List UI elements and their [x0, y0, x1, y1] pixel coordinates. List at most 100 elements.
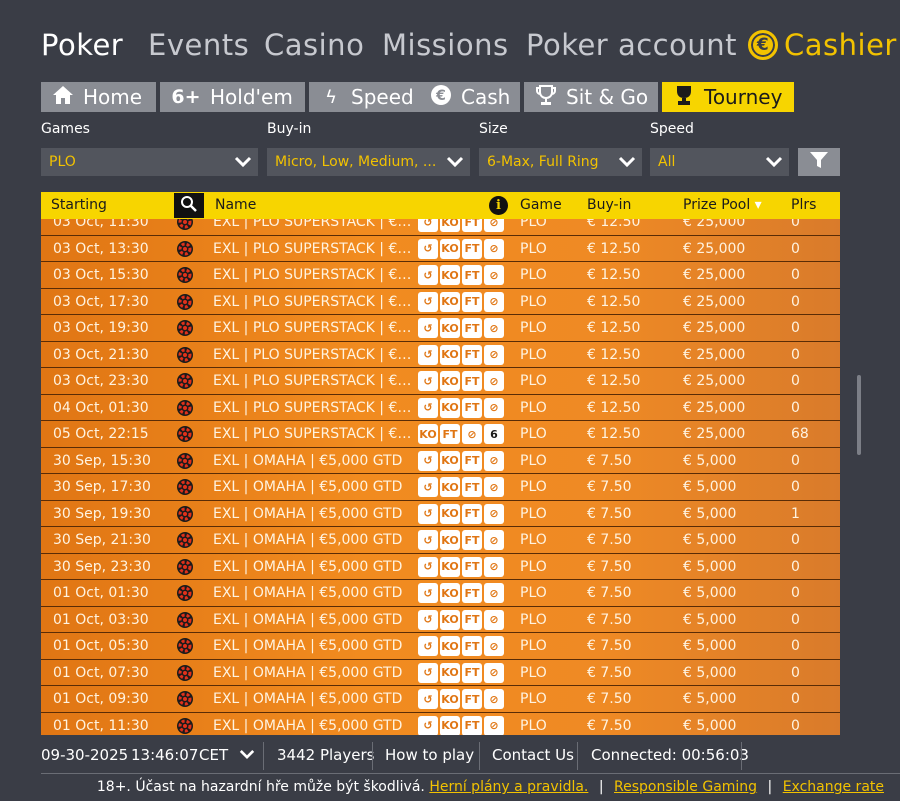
table-row[interactable]: 04 Oct, 01:30 EXL | PLO SUPERSTACK | €25,… [41, 394, 840, 421]
tourney-badge: FT [462, 318, 482, 338]
table-row[interactable]: 01 Oct, 09:30 EXL | OMAHA | €5,000 GTD ↺ KO… [41, 686, 840, 713]
tab-tourney[interactable]: Tourney [662, 82, 794, 112]
tourney-badge: ↺ [418, 318, 438, 338]
table-row[interactable]: 03 Oct, 13:30 EXL | PLO SUPERSTACK | €25,… [41, 235, 840, 262]
table-row[interactable]: 01 Oct, 01:30 EXL | OMAHA | €5,000 GTD ↺ KO… [41, 580, 840, 607]
row-players: 0 [791, 664, 800, 681]
tab-home-label: Home [83, 85, 143, 109]
row-players: 0 [791, 717, 800, 734]
tourney-badge: FT [462, 477, 482, 497]
col-game[interactable]: Game [520, 197, 562, 213]
tourney-badge: KO [440, 318, 460, 338]
scrollbar[interactable] [857, 375, 861, 455]
info-icon[interactable]: i [489, 196, 508, 215]
tourney-badge: ↺ [418, 397, 438, 418]
poker-chip-icon [174, 689, 196, 709]
tourney-badge: FT [462, 636, 482, 656]
nav-poker[interactable]: Poker [41, 28, 123, 62]
col-buyin[interactable]: Buy-in [587, 197, 631, 213]
col-prize-pool[interactable]: Prize Pool ▾ [683, 197, 762, 213]
timezone-select[interactable]: CET [199, 746, 255, 764]
row-players: 0 [791, 399, 800, 416]
row-start-time: 03 Oct, 17:30 [53, 293, 149, 310]
row-badges: ↺ KO FT ⊘ [418, 715, 504, 735]
row-players: 0 [791, 240, 800, 257]
search-button[interactable] [174, 193, 204, 218]
speed-filter-label: Speed [650, 121, 694, 137]
svg-text:€: € [435, 88, 446, 104]
size-select[interactable]: 6-Max, Full Ring [479, 148, 642, 176]
tab-cash[interactable]: € Cash [419, 82, 520, 112]
buyin-select[interactable]: Micro, Low, Medium, ... [267, 148, 470, 176]
row-badges: ↺ KO FT ⊘ [418, 291, 504, 312]
tab-holdem[interactable]: 6+ Hold'em [160, 82, 305, 112]
tourney-badge: KO [440, 636, 460, 656]
poker-chip-icon [174, 716, 196, 736]
table-row[interactable]: 30 Sep, 15:30 EXL | OMAHA | €5,000 GTD ↺ KO… [41, 447, 840, 474]
how-to-play-link[interactable]: How to play [385, 746, 474, 764]
table-row[interactable]: 01 Oct, 07:30 EXL | OMAHA | €5,000 GTD ↺ KO… [41, 659, 840, 686]
tab-sit-and-go[interactable]: Sit & Go [524, 82, 658, 112]
nav-casino[interactable]: Casino [264, 28, 364, 62]
col-name[interactable]: Name [215, 197, 256, 213]
col-players[interactable]: Plrs [791, 197, 816, 213]
tourney-badge: ⊘ [484, 556, 504, 577]
tournament-list[interactable]: 03 Oct, 11:30 EXL | PLO SUPERSTACK | €25,… [41, 219, 840, 735]
table-row[interactable]: 30 Sep, 17:30 EXL | OMAHA | €5,000 GTD ↺ KO… [41, 474, 840, 501]
row-buyin: € 7.50 [587, 638, 632, 654]
exchange-rate-link[interactable]: Exchange rate [783, 779, 884, 795]
tab-speed-label: Speed [351, 85, 414, 109]
timezone-value: CET [199, 746, 229, 764]
row-players: 0 [791, 346, 800, 363]
table-row[interactable]: 01 Oct, 11:30 EXL | OMAHA | €5,000 GTD ↺ KO… [41, 712, 840, 736]
table-row[interactable]: 03 Oct, 19:30 EXL | PLO SUPERSTACK | €25,… [41, 315, 840, 342]
responsible-gaming-link[interactable]: Responsible Gaming [614, 779, 757, 795]
poker-chip-icon [174, 557, 196, 577]
nav-poker-account[interactable]: Poker account [526, 28, 737, 62]
poker-chip-icon [174, 239, 196, 259]
tourney-badge: ⊘ [484, 219, 504, 232]
col-starting[interactable]: Starting [51, 197, 107, 213]
table-row[interactable]: 03 Oct, 17:30 EXL | PLO SUPERSTACK | €25,… [41, 288, 840, 315]
filter-button[interactable] [798, 148, 840, 176]
tourney-badge: FT [462, 715, 482, 735]
speed-select[interactable]: All [650, 148, 789, 176]
footer: 18+. Účast na hazardní hře může být škod… [97, 779, 884, 795]
tourney-badge: FT [462, 556, 482, 577]
table-row[interactable]: 03 Oct, 23:30 EXL | PLO SUPERSTACK | €25,… [41, 368, 840, 395]
row-players: 0 [791, 585, 800, 601]
tourney-badge: KO [440, 556, 460, 577]
tourney-badge: ⊘ [484, 238, 504, 259]
tourney-badge: ↺ [418, 291, 438, 312]
tab-cash-label: Cash [461, 85, 511, 109]
row-badges: ↺ KO FT ⊘ [418, 450, 504, 471]
tourney-badge: ⊘ [484, 503, 504, 524]
nav-missions[interactable]: Missions [382, 28, 509, 62]
table-row[interactable]: 01 Oct, 03:30 EXL | OMAHA | €5,000 GTD ↺ KO… [41, 606, 840, 633]
row-badges: ↺ KO FT ⊘ [418, 583, 504, 603]
games-select[interactable]: PLO [41, 148, 258, 176]
row-start-time: 30 Sep, 23:30 [53, 558, 151, 575]
tourney-badge: FT [462, 265, 482, 285]
row-tourney-name: EXL | OMAHA | €5,000 GTD [213, 717, 403, 734]
table-row[interactable]: 05 Oct, 22:15 EXL | PLO SUPERSTACK | €25,… [41, 421, 840, 448]
row-start-time: 01 Oct, 09:30 [53, 691, 149, 707]
row-prize-pool: € 5,000 [683, 479, 737, 495]
row-start-time: 03 Oct, 21:30 [53, 346, 149, 363]
table-row[interactable]: 01 Oct, 05:30 EXL | OMAHA | €5,000 GTD ↺ KO… [41, 633, 840, 660]
table-row[interactable]: 30 Sep, 23:30 EXL | OMAHA | €5,000 GTD ↺ KO… [41, 553, 840, 580]
tab-home[interactable]: Home [41, 82, 156, 112]
tourney-badge: ⊘ [484, 397, 504, 418]
table-row[interactable]: 03 Oct, 11:30 EXL | PLO SUPERSTACK | €25,… [41, 219, 840, 236]
table-row[interactable]: 03 Oct, 21:30 EXL | PLO SUPERSTACK | €25,… [41, 341, 840, 368]
table-row[interactable]: 30 Sep, 21:30 EXL | OMAHA | €5,000 GTD ↺ KO… [41, 527, 840, 554]
rules-link[interactable]: Herní plány a pravidla. [429, 779, 588, 795]
row-badges: ↺ KO FT ⊘ [418, 556, 504, 577]
contact-us-link[interactable]: Contact Us [492, 746, 574, 764]
nav-cashier[interactable]: € Cashier [748, 28, 897, 62]
nav-events[interactable]: Events [148, 28, 249, 62]
row-prize-pool: € 5,000 [683, 717, 737, 734]
table-row[interactable]: 03 Oct, 15:30 EXL | PLO SUPERSTACK | €25,… [41, 262, 840, 289]
row-tourney-name: EXL | PLO SUPERSTACK | €25,000 GTD [213, 426, 418, 442]
table-row[interactable]: 30 Sep, 19:30 EXL | OMAHA | €5,000 GTD ↺ KO… [41, 500, 840, 527]
